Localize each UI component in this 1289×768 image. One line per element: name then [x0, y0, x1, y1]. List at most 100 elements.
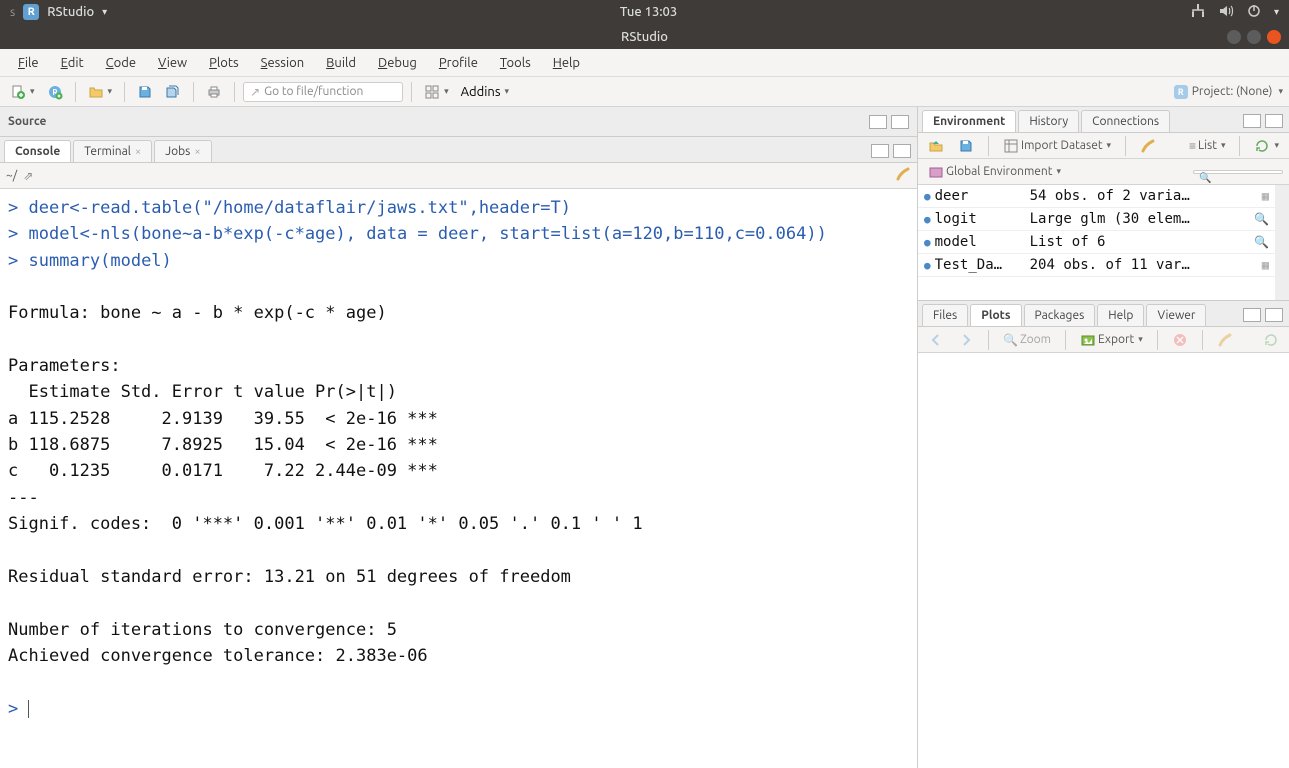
tab-console[interactable]: Console: [4, 140, 71, 162]
project-selector[interactable]: R Project: (None) ▾: [1174, 85, 1283, 99]
system-menu-dropdown-icon[interactable]: ▾: [1274, 6, 1279, 18]
minimize-button[interactable]: [1227, 30, 1241, 44]
scrollbar[interactable]: [1275, 185, 1289, 300]
system-clock[interactable]: Tue 13:03: [107, 5, 1190, 19]
list-view-button[interactable]: ≡ List ▾: [1185, 137, 1230, 155]
tab-jobs[interactable]: Jobs×: [154, 140, 211, 162]
menu-debug[interactable]: Debug: [368, 53, 427, 73]
tab-plots[interactable]: Plots: [970, 304, 1021, 326]
menu-code[interactable]: Code: [96, 53, 146, 73]
grid-icon[interactable]: ▦: [1262, 189, 1269, 203]
working-dir[interactable]: ~/: [6, 169, 17, 182]
print-button[interactable]: [202, 82, 226, 102]
source-maximize-icon[interactable]: [891, 115, 909, 129]
console-minimize-icon[interactable]: [871, 144, 889, 158]
export-button[interactable]: Export ▾: [1076, 330, 1147, 350]
save-all-button[interactable]: [161, 82, 185, 102]
menu-bar: File Edit Code View Plots Session Build …: [0, 49, 1289, 77]
environment-row[interactable]: ●Test_Da…204 obs. of 11 var…▦: [918, 254, 1275, 277]
tab-viewer[interactable]: Viewer: [1146, 304, 1206, 326]
plots-minimize-icon[interactable]: [1243, 308, 1261, 322]
clear-workspace-button[interactable]: [1136, 136, 1160, 156]
save-workspace-button[interactable]: [954, 136, 978, 156]
save-button[interactable]: [133, 82, 157, 102]
environment-row[interactable]: ●logitLarge glm (30 elem…🔍: [918, 208, 1275, 231]
window-title: RStudio: [621, 30, 668, 44]
refresh-button[interactable]: ▾: [1250, 136, 1283, 156]
tab-terminal[interactable]: Terminal×: [73, 140, 152, 162]
object-name: logit: [935, 211, 1030, 227]
plot-prev-button[interactable]: [924, 330, 948, 350]
new-project-button[interactable]: R: [43, 82, 67, 102]
grid-icon[interactable]: ▦: [1262, 258, 1269, 272]
menu-session[interactable]: Session: [251, 53, 314, 73]
close-button[interactable]: [1267, 30, 1281, 44]
environment-row[interactable]: ● modelList of 6 🔍: [918, 231, 1275, 254]
open-file-button[interactable]: ▾: [84, 82, 117, 102]
menu-plots[interactable]: Plots: [199, 53, 249, 73]
expand-icon[interactable]: ●: [924, 236, 931, 249]
maximize-button[interactable]: [1247, 30, 1261, 44]
menu-file[interactable]: File: [8, 53, 49, 73]
load-workspace-button[interactable]: [924, 136, 948, 156]
power-icon[interactable]: [1246, 3, 1262, 22]
close-icon[interactable]: ×: [135, 146, 141, 158]
menu-tools[interactable]: Tools: [490, 53, 541, 73]
console-subbar: ~/ ⇗: [0, 163, 917, 189]
console-output[interactable]: > deer<-read.table("/home/dataflair/jaws…: [0, 189, 917, 768]
grid-view-button[interactable]: ▾: [420, 82, 453, 102]
plots-maximize-icon[interactable]: [1265, 308, 1283, 322]
environment-row[interactable]: ●deer54 obs. of 2 varia…▦: [918, 185, 1275, 208]
tab-help[interactable]: Help: [1097, 304, 1144, 326]
refresh-plots-button[interactable]: [1259, 330, 1283, 350]
tab-packages[interactable]: Packages: [1024, 304, 1096, 326]
environment-list: ●deer54 obs. of 2 varia…▦●logitLarge glm…: [918, 185, 1275, 300]
object-value: List of 6: [1030, 234, 1250, 250]
env-minimize-icon[interactable]: [1243, 114, 1261, 128]
addins-button[interactable]: Addins ▾: [457, 83, 513, 101]
environment-scope-bar: Global Environment ▾ 🔍: [918, 159, 1289, 185]
scope-selector[interactable]: Global Environment ▾: [924, 162, 1065, 182]
plot-area: [918, 353, 1289, 768]
environment-search-input[interactable]: 🔍: [1193, 170, 1283, 174]
clear-console-button[interactable]: [895, 166, 911, 185]
new-file-button[interactable]: ▾: [6, 82, 39, 102]
menu-help[interactable]: Help: [543, 53, 590, 73]
expand-icon[interactable]: ●: [924, 259, 931, 272]
inspect-icon[interactable]: 🔍: [1254, 235, 1269, 249]
object-name: model: [935, 234, 1030, 250]
clear-plots-button[interactable]: [1213, 330, 1237, 350]
source-minimize-icon[interactable]: [869, 115, 887, 129]
network-icon[interactable]: [1190, 3, 1206, 22]
source-pane-header: Source: [0, 107, 917, 137]
goto-arrow-icon: ↗: [250, 85, 260, 99]
console-tabs: Console Terminal× Jobs×: [0, 137, 917, 163]
zoom-icon: 🔍: [1003, 333, 1018, 347]
app-name[interactable]: RStudio: [47, 5, 94, 19]
console-maximize-icon[interactable]: [893, 144, 911, 158]
menu-edit[interactable]: Edit: [51, 53, 94, 73]
tab-files[interactable]: Files: [922, 304, 968, 326]
tab-history[interactable]: History: [1018, 110, 1079, 132]
zoom-button[interactable]: 🔍 Zoom: [999, 331, 1055, 349]
inspect-icon[interactable]: 🔍: [1254, 212, 1269, 226]
plot-next-button[interactable]: [954, 330, 978, 350]
goto-file-input[interactable]: ↗ Go to file/function: [243, 82, 403, 102]
object-value: 54 obs. of 2 varia…: [1030, 188, 1258, 204]
plot-tabs: Files Plots Packages Help Viewer: [918, 301, 1289, 327]
menu-build[interactable]: Build: [316, 53, 366, 73]
menu-profile[interactable]: Profile: [429, 53, 488, 73]
close-icon[interactable]: ×: [194, 146, 200, 158]
expand-icon[interactable]: ●: [924, 213, 931, 226]
remove-plot-button[interactable]: [1168, 330, 1192, 350]
env-maximize-icon[interactable]: [1265, 114, 1283, 128]
import-dataset-button[interactable]: Import Dataset ▾: [999, 136, 1115, 156]
volume-icon[interactable]: [1218, 3, 1234, 22]
expand-icon[interactable]: ●: [924, 190, 931, 203]
menu-view[interactable]: View: [148, 53, 197, 73]
tab-environment[interactable]: Environment: [922, 110, 1016, 132]
activities-label: s: [10, 6, 15, 19]
object-name: Test_Da…: [935, 257, 1030, 273]
working-dir-popout-icon[interactable]: ⇗: [23, 169, 33, 183]
tab-connections[interactable]: Connections: [1081, 110, 1170, 132]
